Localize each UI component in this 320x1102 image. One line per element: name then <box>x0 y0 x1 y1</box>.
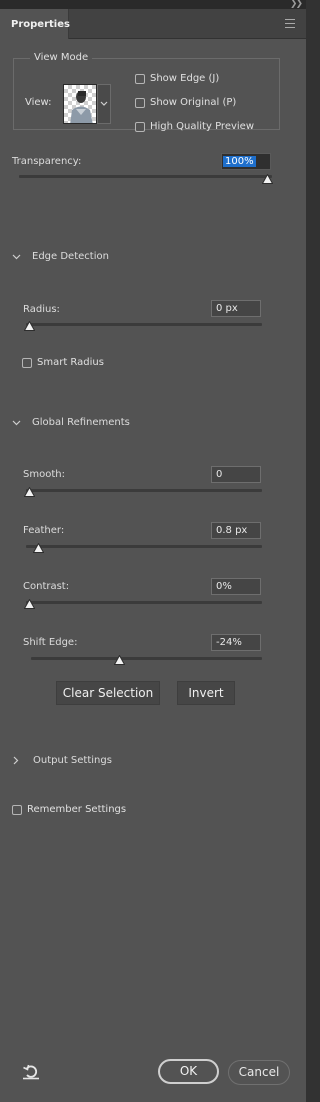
transparency-input[interactable]: 100% <box>221 153 271 170</box>
smart-radius-label: Smart Radius <box>37 357 104 368</box>
feather-slider-track[interactable] <box>26 545 262 548</box>
global-refinements-title: Global Refinements <box>32 417 130 428</box>
shift-edge-slider-track[interactable] <box>31 657 262 660</box>
radius-slider-track[interactable] <box>26 323 262 326</box>
edge-detection-title: Edge Detection <box>32 251 109 262</box>
transparency-slider-thumb[interactable] <box>262 174 273 184</box>
output-settings-title: Output Settings <box>33 755 112 766</box>
invert-button[interactable]: Invert <box>177 681 235 705</box>
view-mode-dropdown[interactable] <box>97 84 111 124</box>
view-mode-thumbnail[interactable] <box>63 84 97 124</box>
contrast-slider-track[interactable] <box>26 601 262 604</box>
checkbox-box[interactable] <box>135 73 145 84</box>
shift-edge-slider-thumb[interactable] <box>113 655 125 665</box>
cancel-button[interactable]: Cancel <box>228 1060 290 1085</box>
tab-properties[interactable]: Properties <box>0 9 70 40</box>
smart-radius-checkbox[interactable]: Smart Radius <box>22 357 104 368</box>
double-chevron-right-icon[interactable]: ❯❯ <box>290 0 303 9</box>
feather-label: Feather: <box>23 525 65 536</box>
contrast-input[interactable]: 0% <box>211 578 261 595</box>
transparency-label: Transparency: <box>12 156 82 167</box>
chevron-down-icon <box>12 420 21 425</box>
smooth-slider-track[interactable] <box>26 489 262 492</box>
chevron-down-icon <box>100 101 108 106</box>
shift-edge-input[interactable]: -24% <box>211 634 261 651</box>
checkbox-box[interactable] <box>135 97 145 108</box>
contrast-label: Contrast: <box>23 581 70 592</box>
transparency-slider-track[interactable] <box>19 175 272 178</box>
feather-slider-thumb[interactable] <box>33 543 45 553</box>
properties-panel: View Mode View: Show Edge (J) Show Origi… <box>0 39 306 1102</box>
reset-icon[interactable] <box>22 1063 40 1080</box>
remember-settings-checkbox[interactable]: Remember Settings <box>12 804 126 815</box>
tab-bar: Properties <box>0 9 306 40</box>
high-quality-preview-checkbox[interactable]: High Quality Preview <box>135 121 254 132</box>
contrast-slider-thumb[interactable] <box>24 599 35 609</box>
portrait-thumbnail-icon <box>70 91 93 123</box>
view-mode-legend: View Mode <box>30 52 93 63</box>
ok-button[interactable]: OK <box>158 1059 219 1084</box>
show-edge-label: Show Edge (J) <box>150 73 220 84</box>
view-label: View: <box>25 97 52 108</box>
global-refinements-header[interactable]: Global Refinements <box>12 417 130 428</box>
show-original-checkbox[interactable]: Show Original (P) <box>135 97 236 108</box>
smooth-input[interactable]: 0 <box>211 466 261 483</box>
edge-detection-header[interactable]: Edge Detection <box>12 251 109 262</box>
show-edge-checkbox[interactable]: Show Edge (J) <box>135 73 219 84</box>
chevron-down-icon <box>12 254 21 259</box>
checkbox-box[interactable] <box>135 121 145 132</box>
show-original-label: Show Original (P) <box>150 97 237 108</box>
radius-label: Radius: <box>23 304 60 315</box>
checkbox-box[interactable] <box>22 357 32 368</box>
feather-input[interactable]: 0.8 px <box>211 522 261 539</box>
remember-settings-label: Remember Settings <box>27 804 127 815</box>
transparency-value: 100% <box>223 156 256 167</box>
smooth-slider-thumb[interactable] <box>24 487 35 497</box>
radius-slider-thumb[interactable] <box>24 321 35 331</box>
shift-edge-label: Shift Edge: <box>23 637 78 648</box>
smooth-label: Smooth: <box>23 469 65 480</box>
high-quality-preview-label: High Quality Preview <box>150 121 254 132</box>
hamburger-menu-icon[interactable] <box>285 19 295 28</box>
checkbox-box[interactable] <box>12 804 22 815</box>
chevron-right-icon <box>13 756 19 765</box>
clear-selection-button[interactable]: Clear Selection <box>56 681 160 705</box>
view-mode-group: View Mode View: Show Edge (J) Show Origi… <box>13 52 280 132</box>
radius-input[interactable]: 0 px <box>211 300 261 317</box>
top-strip: ❯❯ <box>0 0 306 9</box>
output-settings-header[interactable]: Output Settings <box>13 755 112 766</box>
